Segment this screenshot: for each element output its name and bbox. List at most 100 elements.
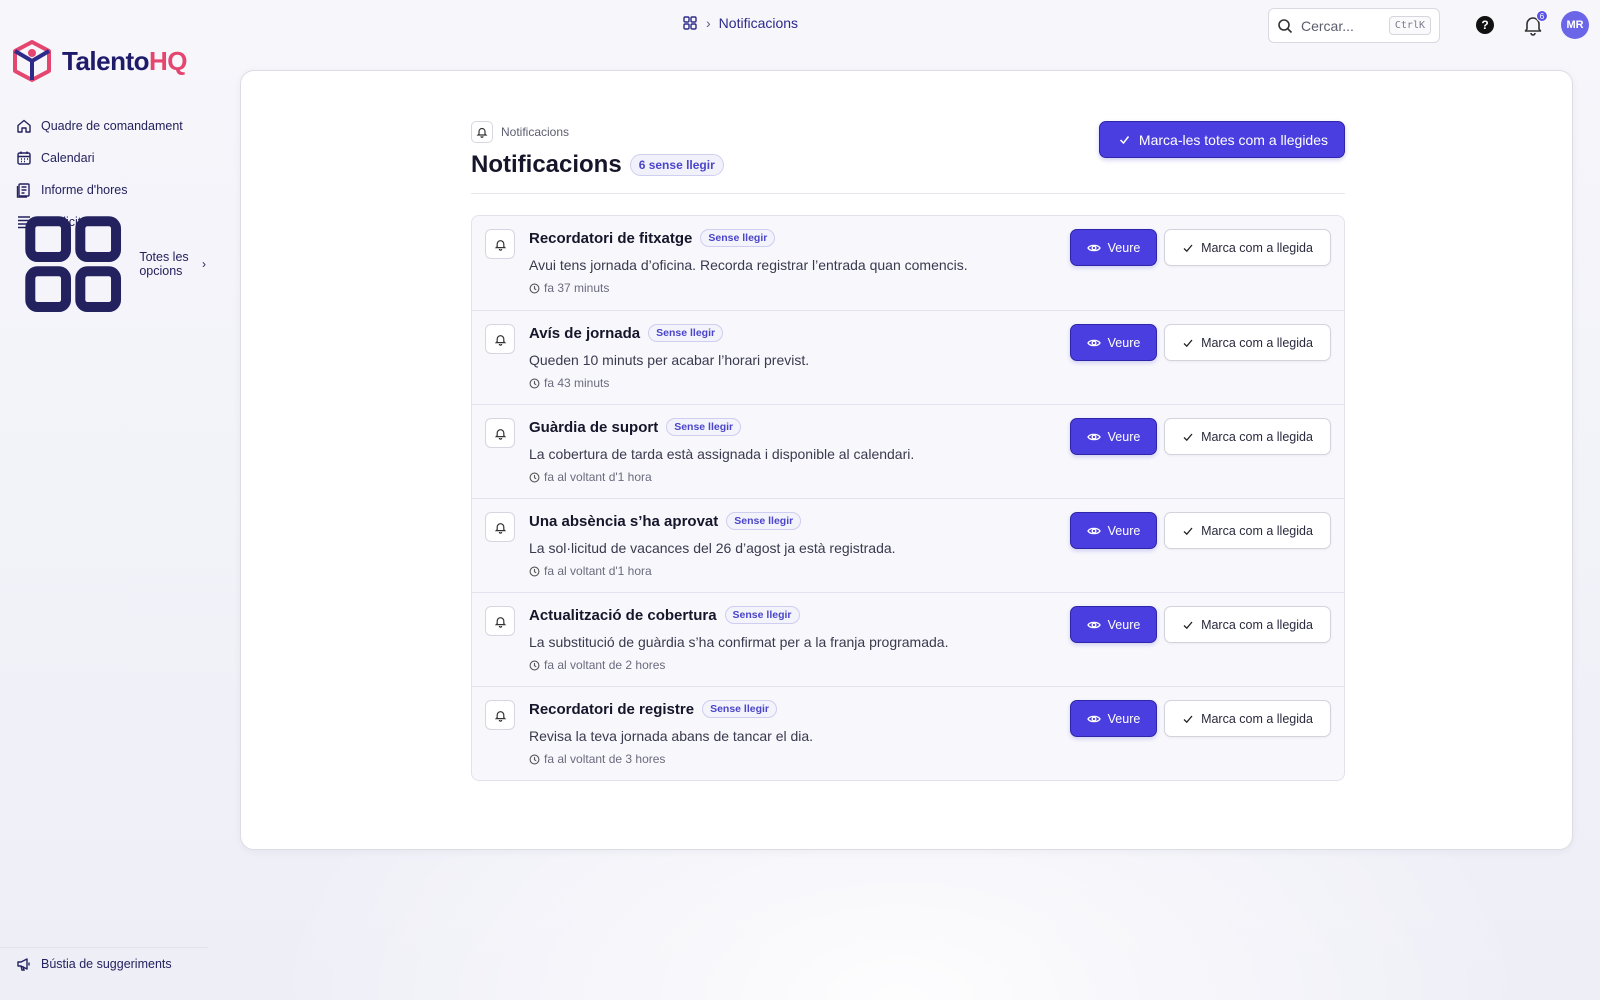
notification-item: Recordatori de registre Sense llegir Rev… (472, 686, 1344, 780)
sidebar: TalentoHQ Quadre de comandament Calendar… (0, 0, 210, 1000)
view-button[interactable]: Veure (1070, 606, 1157, 643)
sidebar-item-calendar[interactable]: Calendari (16, 142, 206, 174)
unread-count-badge: 6 sense llegir (629, 154, 724, 176)
mark-as-read-button[interactable]: Marca com a llegida (1164, 512, 1331, 549)
search-input[interactable]: Cercar... CtrlK (1268, 8, 1440, 43)
notification-time: fa al voltant d'1 hora (529, 564, 652, 578)
logo-cube-icon (13, 40, 51, 82)
user-avatar[interactable]: MR (1561, 11, 1589, 39)
notification-description: La substitució de guàrdia s’ha confirmat… (529, 634, 949, 650)
logo-wordmark: TalentoHQ (62, 46, 188, 77)
mark-as-read-button[interactable]: Marca com a llegida (1164, 324, 1331, 361)
sidebar-nav: Quadre de comandament Calendari Informe … (16, 110, 206, 312)
notification-header: Avís de jornada Sense llegir (529, 324, 724, 342)
check-icon (1183, 527, 1193, 535)
sidebar-item-label: Calendari (41, 151, 95, 165)
sidebar-item-hours-report[interactable]: Informe d'hores (16, 174, 206, 206)
app-logo[interactable]: TalentoHQ (12, 40, 188, 82)
notification-header: Recordatori de fitxatge Sense llegir (529, 229, 776, 247)
bell-icon (485, 700, 515, 730)
mark-as-read-button[interactable]: Marca com a llegida (1164, 418, 1331, 455)
view-button[interactable]: Veure (1070, 324, 1157, 361)
eye-icon (1086, 621, 1101, 628)
top-breadcrumb: › Notificacions (682, 15, 798, 31)
notification-description: Queden 10 minuts per acabar l’horari pre… (529, 352, 810, 368)
notification-title: Recordatori de registre (529, 700, 695, 718)
help-button[interactable]: ? (1476, 16, 1494, 34)
sidebar-item-dashboard[interactable]: Quadre de comandament (16, 110, 206, 142)
clock-icon (529, 378, 540, 388)
notification-time: fa al voltant d'1 hora (529, 470, 652, 484)
check-icon (1183, 244, 1193, 252)
view-button-label: Veure (1107, 711, 1141, 726)
notification-time: fa al voltant de 3 hores (529, 752, 665, 766)
breadcrumb-current[interactable]: Notificacions (719, 15, 798, 31)
mark-as-read-button[interactable]: Marca com a llegida (1164, 606, 1331, 643)
breadcrumb-separator-icon: › (706, 15, 711, 31)
eye-icon (1086, 339, 1101, 346)
notification-title: Una absència s’ha aprovat (529, 512, 719, 530)
calendar-icon (17, 151, 31, 165)
bell-icon (485, 418, 515, 448)
check-icon (1183, 339, 1193, 347)
home-icon (17, 119, 31, 133)
bell-icon (485, 229, 515, 259)
bell-icon (485, 512, 515, 542)
notification-description: La cobertura de tarda està assignada i d… (529, 446, 915, 462)
notification-item: Avís de jornada Sense llegir Queden 10 m… (472, 310, 1344, 404)
view-button-label: Veure (1107, 335, 1141, 350)
notification-header: Actualització de cobertura Sense llegir (529, 606, 800, 624)
search-icon (1278, 18, 1293, 33)
notification-time-label: fa al voltant de 2 hores (544, 658, 666, 672)
bell-icon (485, 324, 515, 354)
view-button[interactable]: Veure (1070, 512, 1157, 549)
sidebar-feedback-link[interactable]: Bústia de suggeriments (16, 956, 172, 972)
notification-description: Avui tens jornada d’oficina. Recorda reg… (529, 257, 968, 273)
unread-badge: Sense llegir (702, 700, 778, 718)
grid-icon (25, 216, 122, 312)
unread-badge: Sense llegir (724, 606, 800, 624)
sidebar-all-options[interactable]: Totes les opcions › (16, 216, 206, 312)
notification-count-badge: 6 (1536, 10, 1548, 22)
mark-as-read-button[interactable]: Marca com a llegida (1164, 229, 1331, 266)
megaphone-icon (17, 958, 30, 971)
view-button[interactable]: Veure (1070, 700, 1157, 737)
view-button-label: Veure (1107, 240, 1141, 255)
clock-icon (529, 566, 540, 576)
view-button-label: Veure (1107, 429, 1141, 444)
notification-title: Recordatori de fitxatge (529, 229, 693, 247)
sidebar-item-label: Informe d'hores (41, 183, 128, 197)
page-breadcrumb-label: Notificacions (501, 125, 570, 139)
mark-all-read-button[interactable]: Marca-les totes com a llegides (1098, 121, 1345, 158)
clock-icon (529, 472, 540, 482)
apps-grid-icon[interactable] (682, 15, 698, 31)
notification-header: Guàrdia de suport Sense llegir (529, 418, 742, 436)
mark-as-read-button[interactable]: Marca com a llegida (1164, 700, 1331, 737)
clock-icon (529, 660, 540, 670)
notifications-button[interactable]: 6 (1522, 10, 1548, 36)
notification-list: Recordatori de fitxatge Sense llegir Avu… (471, 215, 1345, 781)
notification-item: Actualització de cobertura Sense llegir … (472, 592, 1344, 686)
eye-icon (1086, 715, 1101, 722)
notification-time-label: fa al voltant d'1 hora (544, 564, 652, 578)
unread-badge: Sense llegir (700, 229, 776, 247)
notification-time-label: fa al voltant d'1 hora (544, 470, 652, 484)
search-placeholder: Cercar... (1301, 17, 1354, 34)
view-button-label: Veure (1107, 523, 1141, 538)
notification-time: fa al voltant de 2 hores (529, 658, 665, 672)
view-button[interactable]: Veure (1070, 418, 1157, 455)
mark-as-read-label: Marca com a llegida (1201, 711, 1313, 726)
notification-time-label: fa 37 minuts (544, 281, 610, 295)
report-icon (16, 183, 30, 198)
notification-title: Guàrdia de suport (529, 418, 659, 436)
notification-description: Revisa la teva jornada abans de tancar e… (529, 728, 814, 744)
chevron-right-icon: › (202, 257, 206, 271)
notification-item: Una absència s’ha aprovat Sense llegir L… (472, 498, 1344, 592)
mark-as-read-label: Marca com a llegida (1201, 429, 1313, 444)
notification-title: Avís de jornada (529, 324, 641, 342)
notification-time-label: fa 43 minuts (544, 376, 610, 390)
bell-icon (471, 121, 493, 143)
search-shortcut: CtrlK (1388, 16, 1431, 35)
notification-time: fa 37 minuts (529, 281, 609, 295)
view-button[interactable]: Veure (1070, 229, 1157, 266)
